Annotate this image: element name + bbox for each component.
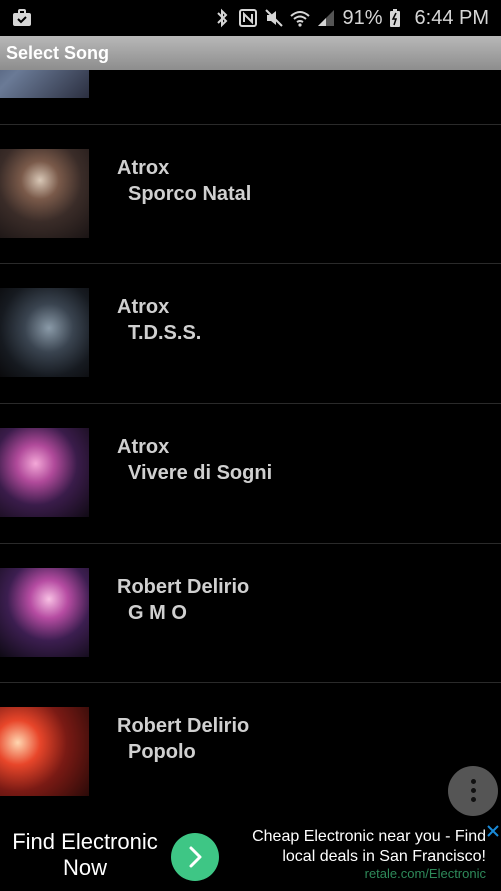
clock: 6:44 PM [414, 6, 489, 29]
nfc-icon [238, 8, 258, 28]
list-item[interactable]: Robert Delirio G M O [0, 544, 501, 683]
chevron-right-icon [189, 846, 202, 868]
song-thumbnail [0, 707, 89, 796]
close-icon[interactable] [487, 824, 499, 837]
artist-name: Atrox [117, 296, 170, 318]
bluetooth-icon [212, 8, 232, 28]
song-thumbnail [0, 149, 89, 238]
list-item[interactable]: Atrox Sporco Natal [0, 125, 501, 264]
more-vert-icon-dot [471, 797, 476, 802]
ad-description-line2: local deals in San Francisco! [282, 848, 486, 865]
ad-right-panel[interactable]: Cheap Electronic near you - Find local d… [193, 822, 501, 891]
song-thumbnail [0, 568, 89, 657]
song-title: Popolo [128, 741, 196, 763]
battery-charging-icon [389, 8, 409, 28]
ad-left-panel[interactable]: Find Electronic Now [0, 822, 193, 891]
ad-description-line1: Cheap Electronic near you - Find [252, 828, 486, 845]
more-vert-icon [471, 779, 476, 784]
song-thumbnail [0, 70, 89, 98]
ad-headline-line1: Find Electronic [12, 829, 158, 854]
title-bar: Select Song [0, 36, 501, 70]
status-bar: 91% 6:44 PM [0, 0, 501, 36]
more-vert-icon-dot [471, 788, 476, 793]
battery-percent: 91% [342, 6, 383, 29]
list-item[interactable] [0, 70, 501, 99]
artist-name: Robert Delirio [117, 715, 250, 737]
signal-icon [316, 8, 336, 28]
song-title: Sporco Natal [128, 183, 252, 205]
ad-go-button[interactable] [171, 833, 219, 881]
song-thumbnail [0, 428, 89, 517]
artist-name: Atrox [117, 157, 170, 179]
ad-headline-line2: Now [62, 855, 107, 880]
ad-url[interactable]: retale.com/Electronic [365, 866, 486, 881]
song-title: T.D.S.S. [128, 322, 202, 344]
briefcase-icon [12, 9, 32, 27]
list-item[interactable]: Robert Delirio Popolo [0, 683, 501, 822]
ad-headline: Find Electronic Now [0, 829, 170, 881]
ad-banner[interactable]: Find Electronic Now Cheap Electronic nea… [0, 822, 501, 891]
song-thumbnail [0, 288, 89, 377]
artist-name: Robert Delirio [117, 576, 250, 598]
page-title: Select Song [6, 43, 110, 63]
list-item[interactable]: Atrox T.D.S.S. [0, 264, 501, 403]
list-item[interactable]: Atrox Vivere di Sogni [0, 404, 501, 543]
mute-icon [264, 8, 284, 28]
artist-name: Atrox [117, 436, 170, 458]
wifi-icon [290, 8, 311, 28]
song-title: Vivere di Sogni [128, 462, 273, 484]
song-title: G M O [128, 602, 187, 624]
song-list[interactable]: Atrox Sporco Natal Atrox T.D.S.S. Atrox … [0, 70, 501, 822]
overflow-menu-button[interactable] [448, 766, 498, 816]
